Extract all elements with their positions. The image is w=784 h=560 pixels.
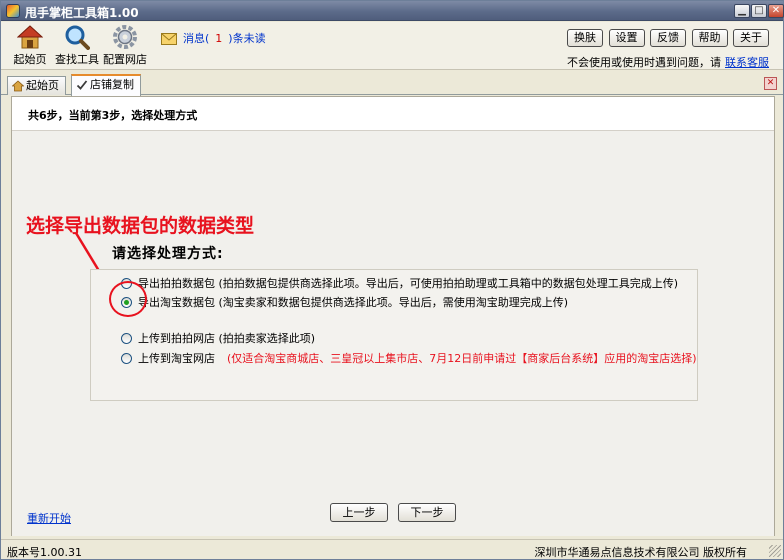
annotation-circle [109,281,147,317]
tab-strip: 起始页 店铺复制 ✕ [1,71,783,96]
version-text: 版本号1.00.31 [7,546,82,559]
contact-support-link[interactable]: 联系客服 [725,56,769,69]
house-icon [12,80,24,92]
next-step-button[interactable]: 下一步 [398,503,456,522]
config-shop-label: 配置网店 [103,53,147,66]
message-notice[interactable]: 消息( 1 )条未读 [161,30,266,46]
config-shop-button[interactable]: 配置网店 [100,24,150,67]
prev-step-button[interactable]: 上一步 [330,503,388,522]
help-button[interactable]: 帮助 [691,29,728,47]
option-upload-taobao-label: 上传到淘宝网店 [138,352,215,365]
toolbar: 起始页 查找工具 配置网店 消息( 1 )条未读 换肤 设置 反馈 帮助 关于 … [1,22,783,70]
radio-upload-paipai[interactable] [121,332,132,344]
search-tool-button[interactable]: 查找工具 [52,24,102,67]
option-upload-taobao-note: (仅适合淘宝商城店、三皇冠以上集市店、7月12日前申请过【商家后台系统】应用的淘… [227,352,697,365]
maximize-button[interactable]: □ [751,4,767,18]
feedback-button[interactable]: 反馈 [650,29,686,47]
title-bar[interactable]: 甩手掌柜工具箱1.00 ▁ □ ✕ [1,1,784,21]
close-tab-button[interactable]: ✕ [764,77,777,90]
message-suffix: )条未读 [228,32,266,45]
skin-button[interactable]: 换肤 [567,29,603,47]
radio-upload-taobao[interactable] [121,352,132,364]
option-export-taobao-label: 导出淘宝数据包 (淘宝卖家和数据包提供商选择此项。导出后，需使用淘宝助理完成上传… [138,296,569,309]
house-icon [17,25,43,49]
choose-method-heading: 请选择处理方式: [112,246,224,262]
step-header: 共6步，当前第3步，选择处理方式 [12,97,774,131]
gear-icon [113,25,137,49]
tab-home-label: 起始页 [26,79,59,92]
annotation-callout: 选择导出数据包的数据类型 [26,215,255,237]
app-window: 甩手掌柜工具箱1.00 ▁ □ ✕ 起始页 查找工具 配置网店 消息(1)条… [0,0,784,560]
close-window-button[interactable]: ✕ [768,4,784,18]
settings-button[interactable]: 设置 [608,29,645,47]
message-count: 1 [215,32,223,45]
home-tool-label: 起始页 [13,53,47,66]
option-export-paipai-label: 导出拍拍数据包 (拍拍数据包提供商选择此项。导出后，可使用拍拍助理或工具箱中的数… [138,277,679,290]
status-bar: 版本号1.00.31 深圳市华通易点信息技术有限公司 版权所有 [1,539,783,559]
magnifier-icon [65,25,90,50]
wizard-stage: 选择导出数据包的数据类型 请选择处理方式: 导出拍拍数据包 (拍拍数据包提供商选… [12,131,774,536]
search-tool-label: 查找工具 [55,53,99,66]
option-upload-taobao[interactable]: 上传到淘宝网店 (仅适合淘宝商城店、三皇冠以上集市店、7月12日前申请过【商家后台… [121,350,697,366]
about-button[interactable]: 关于 [733,29,769,47]
step-indicator: 共6步，当前第3步，选择处理方式 [28,109,198,122]
tab-shop-copy[interactable]: 店铺复制 [71,74,141,96]
minimize-button[interactable]: ▁ [734,4,750,18]
options-group: 导出拍拍数据包 (拍拍数据包提供商选择此项。导出后，可使用拍拍助理或工具箱中的数… [90,269,698,401]
help-line: 不会使用或使用时遇到问题，请 联系客服 [567,54,769,70]
help-text: 不会使用或使用时遇到问题，请 [567,56,721,69]
copyright-text: 深圳市华通易点信息技术有限公司 版权所有 [534,546,748,559]
tab-shop-copy-label: 店铺复制 [90,78,134,91]
option-export-paipai[interactable]: 导出拍拍数据包 (拍拍数据包提供商选择此项。导出后，可使用拍拍助理或工具箱中的数… [121,275,678,291]
option-upload-paipai-label: 上传到拍拍网店 (拍拍卖家选择此项) [138,332,316,345]
top-button-group: 换肤 设置 反馈 帮助 关于 [565,29,769,47]
envelope-icon [161,33,177,45]
option-export-taobao[interactable]: 导出淘宝数据包 (淘宝卖家和数据包提供商选择此项。导出后，需使用淘宝助理完成上传… [121,294,568,310]
message-prefix: 消息( [183,32,210,45]
tab-home[interactable]: 起始页 [7,76,66,95]
window-title: 甩手掌柜工具箱1.00 [25,6,139,20]
home-tool-button[interactable]: 起始页 [5,24,55,67]
resize-grip-icon[interactable] [769,545,781,557]
checkmark-icon [76,80,88,90]
restart-link[interactable]: 重新开始 [27,510,71,526]
main-content: 共6步，当前第3步，选择处理方式 选择导出数据包的数据类型 请选择处理方式: 导… [11,96,775,536]
app-logo-icon [6,4,20,18]
option-upload-paipai[interactable]: 上传到拍拍网店 (拍拍卖家选择此项) [121,330,315,346]
